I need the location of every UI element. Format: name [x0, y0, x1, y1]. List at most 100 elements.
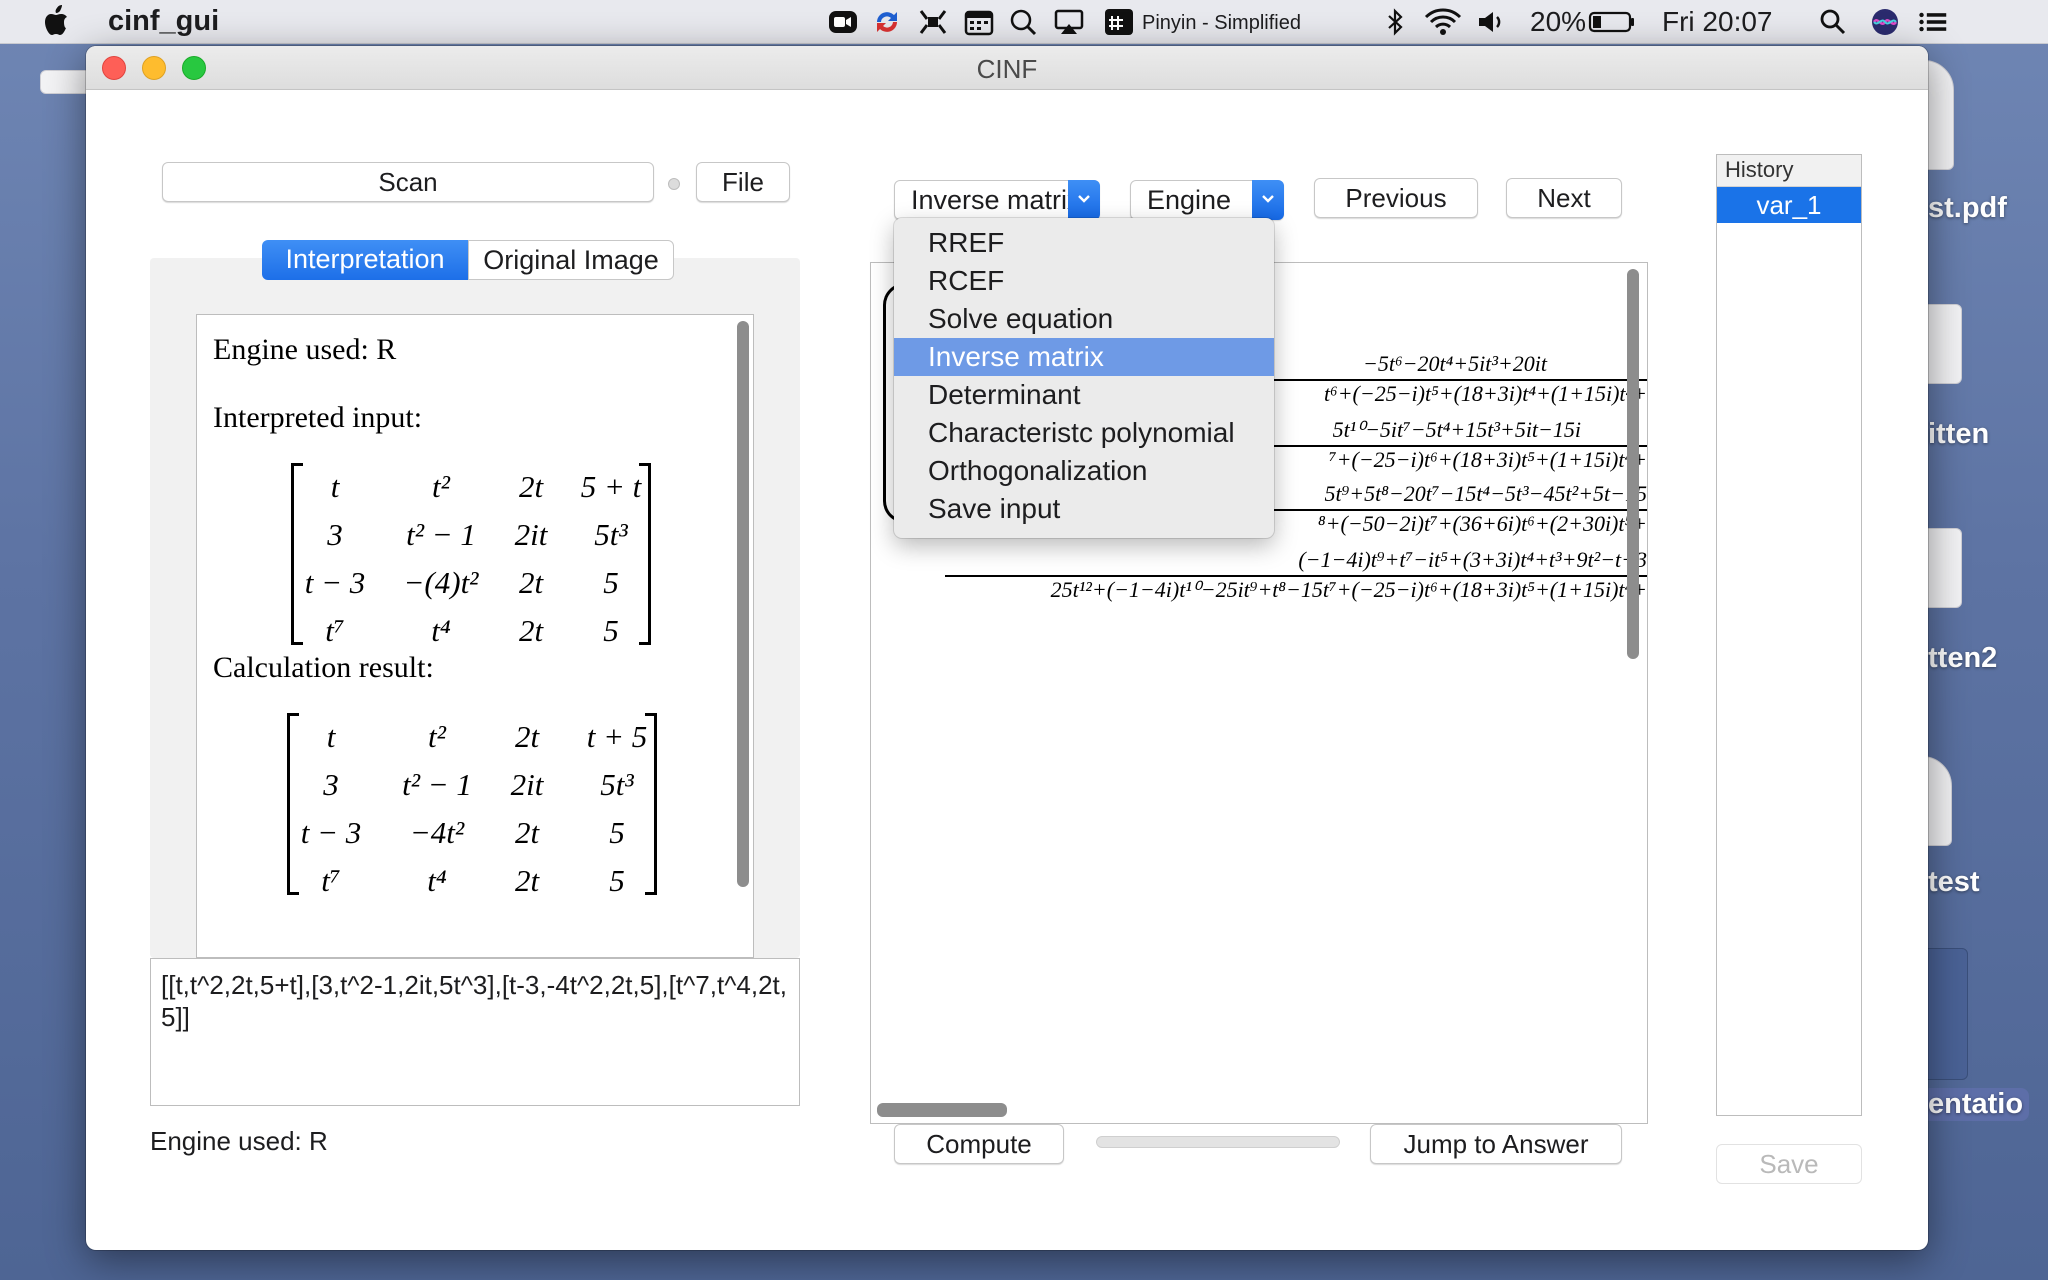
- matrix-cell: 2t: [518, 565, 544, 600]
- window-title: CINF: [976, 54, 1038, 84]
- desktop-file-label[interactable]: entatio: [1922, 1088, 2030, 1121]
- matrix-cell: t²: [428, 719, 446, 754]
- matrix-left-bracket: [287, 713, 299, 895]
- matrix-cell: t² − 1: [402, 767, 472, 802]
- fraction-numerator: −5t⁶−20t⁴+5it³+20it: [1363, 351, 1547, 376]
- matrix-cell: t⁷: [325, 613, 345, 648]
- matrix-cell: −(4)t²: [403, 565, 479, 600]
- matrix-cell: 2it: [510, 767, 544, 802]
- matrix-cell: 5: [603, 613, 619, 648]
- cinf-window: CINF Scan File Interpretation Original I…: [86, 46, 1928, 1250]
- desktop-file-label[interactable]: itten: [1928, 418, 1989, 451]
- spotlight-doc-icon[interactable]: [1008, 8, 1038, 36]
- engine-select[interactable]: Engine: [1130, 180, 1284, 220]
- operation-option[interactable]: Characteristc polynomial: [894, 414, 1274, 452]
- fraction-numerator: 5t¹⁰−5it⁷−5t⁴+15t³+5it−15i: [1332, 417, 1581, 442]
- input-method-icon[interactable]: [1104, 8, 1134, 36]
- matrix-cell: 2t: [518, 469, 544, 504]
- operation-option[interactable]: RREF: [894, 224, 1274, 262]
- matrix-cell: 5t³: [594, 517, 628, 552]
- fraction-numerator: 5t⁹+5t⁸−20t⁷−15t⁴−5t³−45t²+5t−15: [1324, 481, 1648, 506]
- operation-option[interactable]: Orthogonalization: [894, 452, 1274, 490]
- app-name-menu[interactable]: cinf_gui: [108, 5, 219, 38]
- interpreted-input-heading: Interpreted input:: [213, 401, 423, 434]
- zoom-icon[interactable]: [828, 8, 858, 36]
- matrix-cell: t − 3: [300, 815, 362, 850]
- interpretation-view[interactable]: Engine used: R Interpreted input: t t² 2t 5…: [196, 314, 754, 958]
- tab-original-image[interactable]: Original Image: [468, 240, 674, 280]
- fraction-denominator: t⁶+(−25−i)t⁵+(18+3i)t⁴+(1+15i)t³+: [1323, 381, 1647, 406]
- operation-option[interactable]: Determinant: [894, 376, 1274, 414]
- operation-select[interactable]: Inverse matrix: [894, 180, 1100, 220]
- previous-button[interactable]: Previous: [1314, 178, 1478, 218]
- status-indicator: [668, 178, 680, 190]
- remote-desktop-icon[interactable]: [918, 8, 948, 36]
- fraction-denominator: ⁸+(−50−2i)t⁷+(36+6i)t⁶+(2+30i)t⁵+: [1318, 511, 1647, 536]
- chevron-down-icon[interactable]: [1252, 180, 1284, 220]
- history-list[interactable]: History var_1: [1716, 154, 1862, 1116]
- matrix-cell: t² − 1: [406, 517, 476, 552]
- matrix-cell: 3: [323, 767, 339, 802]
- vertical-scrollbar[interactable]: [737, 321, 749, 887]
- file-button[interactable]: File: [696, 162, 790, 202]
- wifi-icon[interactable]: [1424, 8, 1462, 36]
- operation-option[interactable]: RCEF: [894, 262, 1274, 300]
- calculation-result-heading: Calculation result:: [213, 651, 434, 684]
- clock[interactable]: Fri 20:07: [1662, 6, 1773, 38]
- matrix-cell: 2t: [514, 863, 540, 898]
- bluetooth-icon[interactable]: [1380, 8, 1410, 36]
- horizontal-scrollbar[interactable]: [877, 1103, 1007, 1117]
- engine-status-text: Engine used: R: [150, 1126, 328, 1156]
- sync-icon[interactable]: [872, 8, 902, 36]
- progress-bar: [1096, 1136, 1340, 1148]
- history-header: History: [1717, 155, 1861, 187]
- operation-option[interactable]: Solve equation: [894, 300, 1274, 338]
- jump-to-answer-button[interactable]: Jump to Answer: [1370, 1124, 1622, 1164]
- matrix-cell: 5: [609, 863, 625, 898]
- desktop-file-icon[interactable]: [40, 70, 92, 94]
- compute-button[interactable]: Compute: [894, 1124, 1064, 1164]
- matrix-cell: t²: [432, 469, 450, 504]
- spotlight-search-icon[interactable]: [1818, 8, 1848, 36]
- siri-icon[interactable]: [1870, 8, 1900, 36]
- tab-interpretation[interactable]: Interpretation: [262, 240, 468, 280]
- matrix-cell: 5t³: [600, 767, 634, 802]
- airplay-icon[interactable]: [1054, 8, 1084, 36]
- notification-center-icon[interactable]: [1918, 8, 1948, 36]
- apple-menu-icon[interactable]: [40, 4, 70, 38]
- chevron-down-icon[interactable]: [1068, 180, 1100, 220]
- calendar-icon[interactable]: [964, 8, 994, 36]
- matrix-cell: 2t: [514, 719, 540, 754]
- input-method-label[interactable]: Pinyin - Simplified: [1142, 12, 1301, 35]
- vertical-scrollbar[interactable]: [1627, 269, 1639, 659]
- battery-percent: 20%: [1530, 6, 1587, 37]
- matrix-cell: t⁴: [427, 863, 447, 898]
- operation-option[interactable]: Inverse matrix: [894, 338, 1274, 376]
- history-item[interactable]: var_1: [1717, 187, 1861, 223]
- next-button[interactable]: Next: [1506, 178, 1622, 218]
- matrix-cell: t: [326, 719, 336, 754]
- scan-button[interactable]: Scan: [162, 162, 654, 202]
- volume-icon[interactable]: [1476, 8, 1506, 36]
- desktop-file-label[interactable]: st.pdf: [1928, 192, 2007, 225]
- matrix-cell: t + 5: [586, 719, 648, 754]
- menu-bar: cinf_gui Pinyin - Simplified 20% Fri 20:…: [0, 0, 2048, 44]
- matrix-cell: 3: [327, 517, 343, 552]
- operation-dropdown-menu[interactable]: RREF RCEF Solve equation Inverse matrix Dete…: [894, 218, 1274, 538]
- matrix-cell: 2t: [518, 613, 544, 648]
- desktop-file-label[interactable]: test: [1928, 866, 1980, 899]
- engine-used-text: Engine used: R: [213, 333, 397, 366]
- matrix-input-field[interactable]: [[t,t^2,2t,5+t],[3,t^2-1,2it,5t^3],[t-3,…: [150, 958, 800, 1106]
- fraction-denominator: 25t¹²+(−1−4i)t¹⁰−25it⁹+t⁸−15t⁷+(−25−i)t⁶…: [1050, 577, 1647, 602]
- matrix-cell: t − 3: [304, 565, 366, 600]
- battery-icon[interactable]: [1588, 8, 1636, 36]
- matrix-cell: −4t²: [409, 815, 465, 850]
- title-bar[interactable]: CINF: [86, 46, 1928, 90]
- save-button[interactable]: Save: [1716, 1144, 1862, 1184]
- matrix-cell: 5 + t: [580, 469, 642, 504]
- fraction-numerator: (−1−4i)t⁹+t⁷−it⁵+(3+3i)t⁴+t³+9t²−t+3: [1298, 547, 1647, 572]
- matrix-cell: 5: [603, 565, 619, 600]
- operation-option[interactable]: Save input: [894, 490, 1274, 528]
- engine-select-value: Engine: [1147, 185, 1232, 215]
- desktop-file-label[interactable]: tten2: [1928, 642, 1997, 675]
